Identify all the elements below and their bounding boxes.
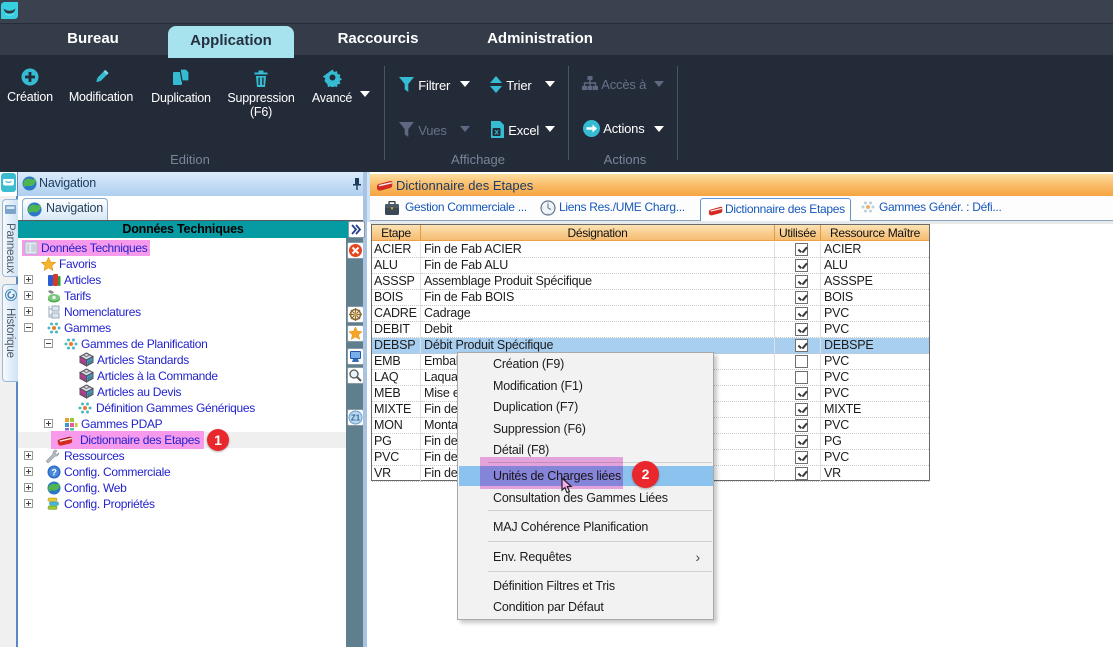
svg-text:?: ? [51,468,56,478]
svg-text:Z1: Z1 [351,414,361,423]
